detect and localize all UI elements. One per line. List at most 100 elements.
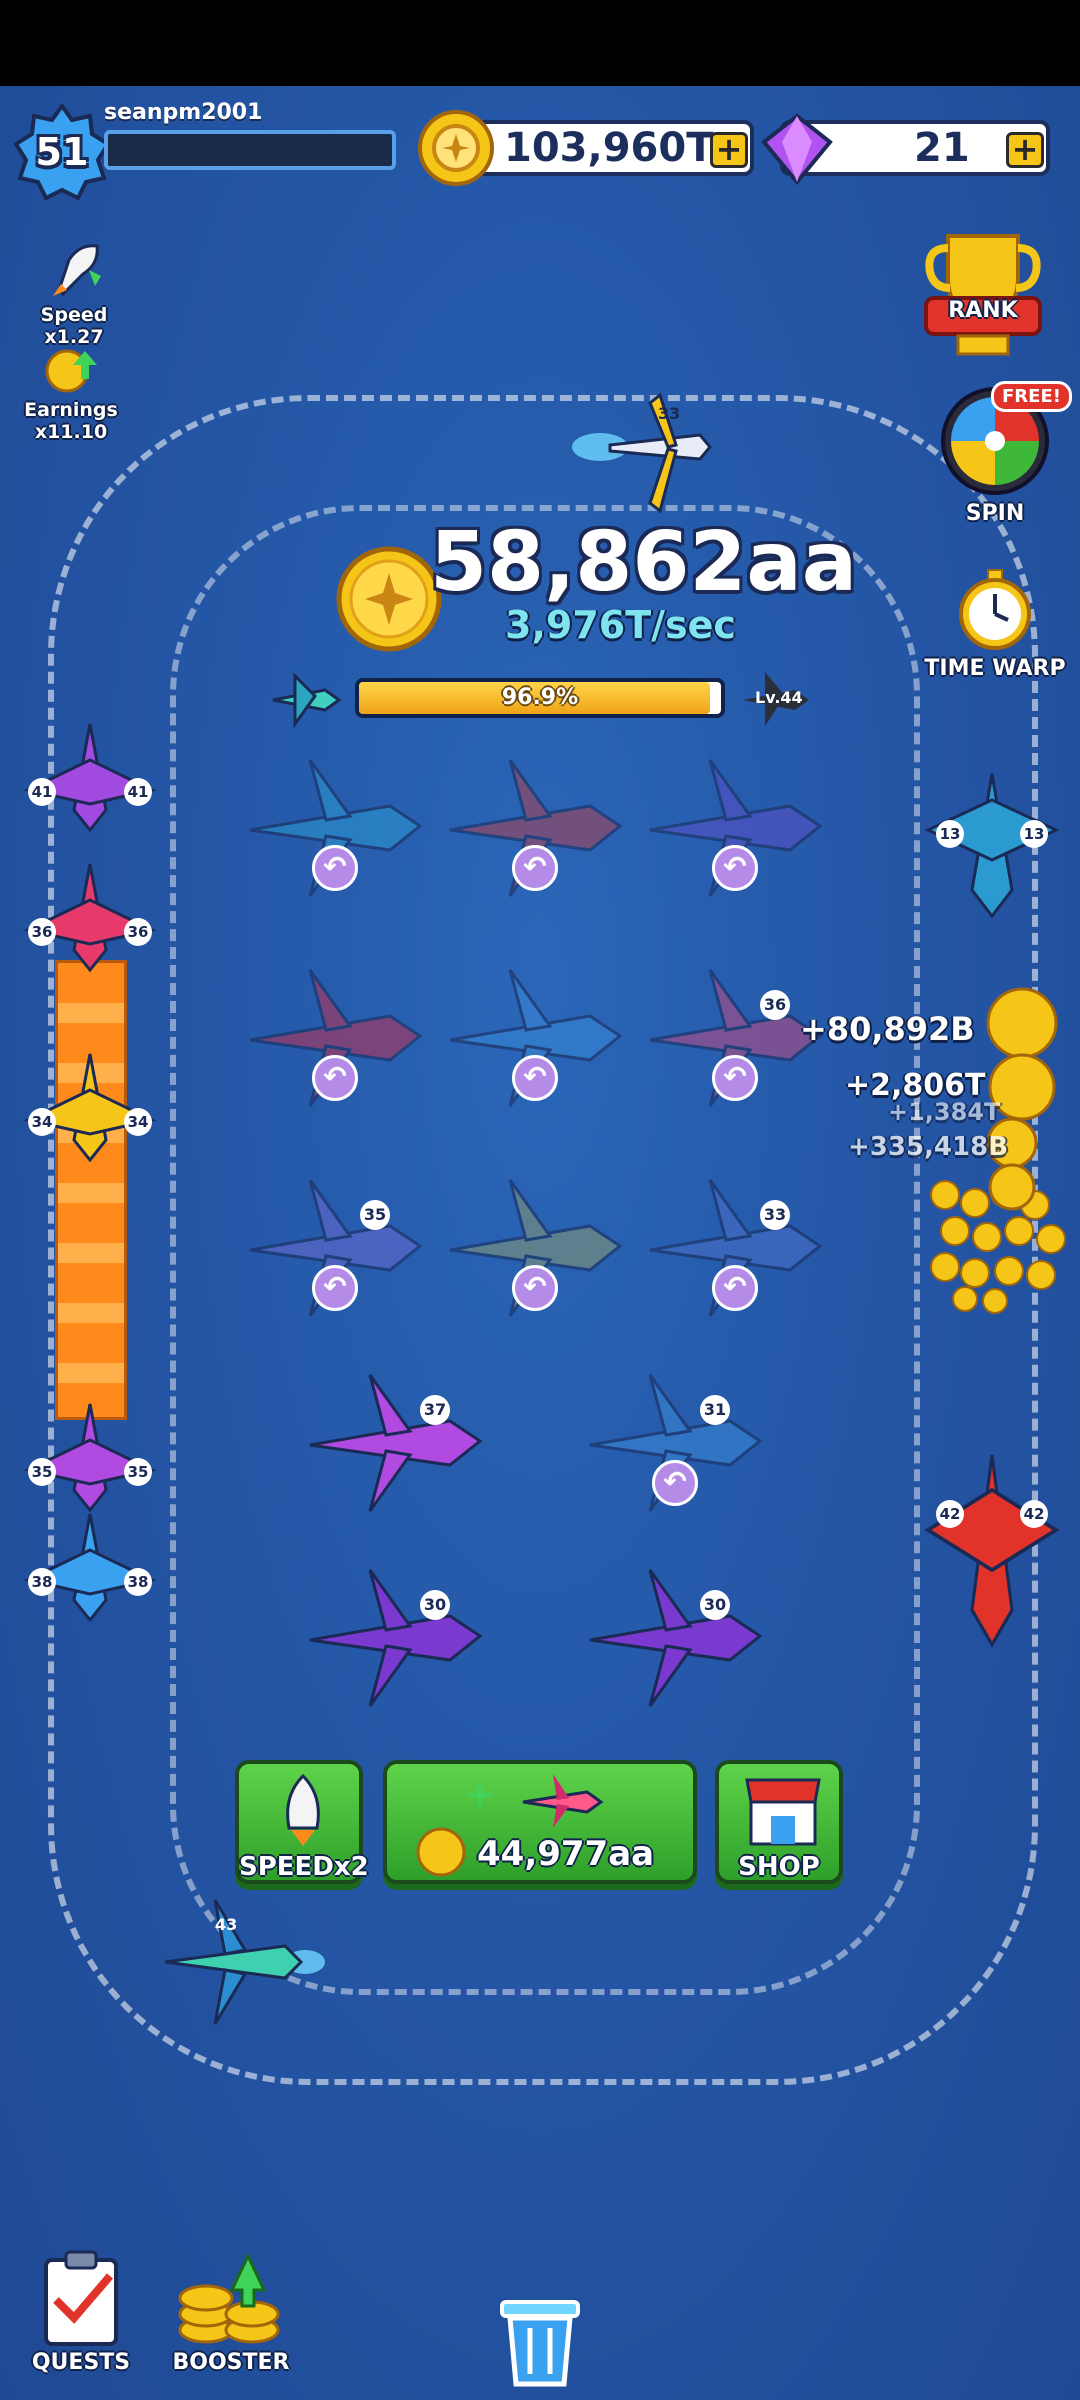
- plane-level-badge: 13: [1020, 820, 1048, 848]
- undo-icon[interactable]: ↶: [512, 1055, 558, 1101]
- merge-slot[interactable]: ↶: [440, 960, 630, 1110]
- merge-slot[interactable]: 30: [580, 1560, 770, 1710]
- plane-level-badge: 35: [124, 1458, 152, 1486]
- time-warp-label: TIME WARP: [924, 656, 1066, 681]
- earnings-rate: 3,976T/sec: [505, 603, 736, 647]
- flying-plane[interactable]: 33: [570, 385, 730, 525]
- buy-plane-button[interactable]: + 44,977aa: [383, 1760, 697, 1884]
- add-gems-button[interactable]: +: [1006, 132, 1044, 168]
- runway-plane[interactable]: 35 35: [20, 1400, 160, 1520]
- runway-plane[interactable]: 41 41: [20, 720, 160, 840]
- launch-runway: [55, 960, 127, 1420]
- gain-text-3: +1,384T: [888, 1098, 1001, 1126]
- merge-slot[interactable]: ↶: [440, 750, 630, 900]
- earnings-boost[interactable]: Earnings x11.10: [6, 345, 136, 443]
- clipboard-icon: [44, 2250, 118, 2346]
- plane-icon: [309, 1374, 483, 1512]
- plane-icon: [309, 1569, 483, 1707]
- gem-amount: 21: [914, 125, 970, 171]
- rank-label: RANK: [948, 298, 1018, 323]
- trash-bin-icon[interactable]: [498, 2292, 582, 2388]
- plane-level-badge: 42: [936, 1500, 964, 1528]
- undo-icon[interactable]: ↶: [312, 1055, 358, 1101]
- plane-level-badge: 42: [1020, 1500, 1048, 1528]
- merge-slot[interactable]: 30: [300, 1560, 490, 1710]
- plane-level-badge: 38: [28, 1568, 56, 1596]
- big-coin: [335, 545, 443, 653]
- speed-boost[interactable]: Speed x1.27: [14, 240, 134, 348]
- merge-slot[interactable]: ↶: [440, 1170, 630, 1320]
- level-number: 51: [35, 130, 89, 174]
- plane-level-badge: 31: [700, 1395, 730, 1425]
- plane-level-badge: 36: [760, 990, 790, 1020]
- add-coins-button[interactable]: +: [710, 132, 748, 168]
- current-plane-icon: [272, 672, 342, 729]
- rank-button[interactable]: RANK: [918, 228, 1048, 362]
- plane-level-badge: 37: [420, 1395, 450, 1425]
- undo-icon[interactable]: ↶: [712, 1265, 758, 1311]
- speed-x2-button[interactable]: SPEEDx2: [235, 1760, 369, 1884]
- spin-label: SPIN: [965, 501, 1025, 526]
- price-coin-icon: [415, 1826, 467, 1878]
- plane-level-badge: 33: [760, 1200, 790, 1230]
- quests-button[interactable]: QUESTS: [26, 2250, 136, 2375]
- merge-slot[interactable]: 35 ↶: [240, 1170, 430, 1320]
- undo-icon[interactable]: ↶: [712, 1055, 758, 1101]
- time-warp-button[interactable]: TIME WARP: [920, 568, 1070, 681]
- gain-text-1: +80,892B: [800, 1010, 975, 1048]
- flying-plane-level: 33: [658, 404, 680, 423]
- parked-plane[interactable]: 42 42: [922, 1450, 1062, 1650]
- undo-icon[interactable]: ↶: [512, 845, 558, 891]
- merge-slot[interactable]: ↶: [640, 750, 830, 900]
- booster-label: BOOSTER: [172, 2350, 290, 2375]
- gain-text-4: +335,418B: [848, 1132, 1009, 1162]
- booster-button[interactable]: BOOSTER: [166, 2250, 296, 2375]
- rocket-icon: [53, 244, 101, 297]
- stopwatch-icon: [959, 569, 1031, 650]
- undo-icon[interactable]: ↶: [712, 845, 758, 891]
- plane-icon: [924, 1454, 1060, 1648]
- corner-plane[interactable]: 43: [155, 1890, 325, 2030]
- undo-icon[interactable]: ↶: [312, 845, 358, 891]
- runway-plane[interactable]: 38 38: [20, 1510, 160, 1630]
- coin-boost-icon: [45, 349, 97, 393]
- merge-slot[interactable]: 31 ↶: [580, 1365, 770, 1515]
- undo-icon[interactable]: ↶: [312, 1265, 358, 1311]
- quests-label: QUESTS: [31, 2350, 131, 2375]
- merge-slot[interactable]: 37: [300, 1365, 490, 1515]
- next-level-label: Lv.44: [755, 688, 803, 707]
- level-badge[interactable]: 51: [13, 102, 111, 201]
- plane-level-badge: 13: [936, 820, 964, 848]
- status-bar: [0, 0, 1080, 86]
- plane-level-badge: 35: [28, 1458, 56, 1486]
- plane-icon: [522, 1774, 604, 1828]
- speed-x2-label: SPEEDx2: [239, 1852, 369, 1882]
- runway-plane[interactable]: 34 34: [20, 1050, 160, 1170]
- plane-level-badge: 36: [28, 918, 56, 946]
- total-earnings: 58,862aa: [430, 515, 858, 610]
- coin-gear-icon: [418, 110, 494, 186]
- plane-level-badge: 38: [124, 1568, 152, 1596]
- plus-icon: +: [465, 1774, 496, 1815]
- shop-button[interactable]: SHOP: [715, 1760, 843, 1884]
- merge-slot[interactable]: ↶: [240, 960, 430, 1110]
- plane-level-badge: 30: [420, 1590, 450, 1620]
- trophy-icon: [924, 234, 1042, 356]
- merge-slot[interactable]: 33 ↶: [640, 1170, 830, 1320]
- parked-plane[interactable]: 13 13: [922, 770, 1062, 920]
- runway-plane[interactable]: 36 36: [20, 860, 160, 980]
- undo-icon[interactable]: ↶: [512, 1265, 558, 1311]
- spin-button[interactable]: FREE! SPIN: [935, 381, 1072, 526]
- merge-slot[interactable]: ↶: [240, 750, 430, 900]
- corner-plane-level: 43: [215, 1915, 237, 1934]
- plane-level-badge: 34: [124, 1108, 152, 1136]
- level-progress-text: 96.9%: [501, 685, 579, 710]
- plane-level-badge: 35: [360, 1200, 390, 1230]
- undo-icon[interactable]: ↶: [652, 1460, 698, 1506]
- coin-amount: 103,960T: [504, 125, 714, 171]
- plane-level-badge: 41: [28, 778, 56, 806]
- rocket-icon: [286, 1773, 320, 1846]
- free-badge: FREE!: [991, 381, 1072, 412]
- earnings-boost-label: Earnings x11.10: [24, 399, 118, 443]
- xp-bar: [104, 130, 396, 170]
